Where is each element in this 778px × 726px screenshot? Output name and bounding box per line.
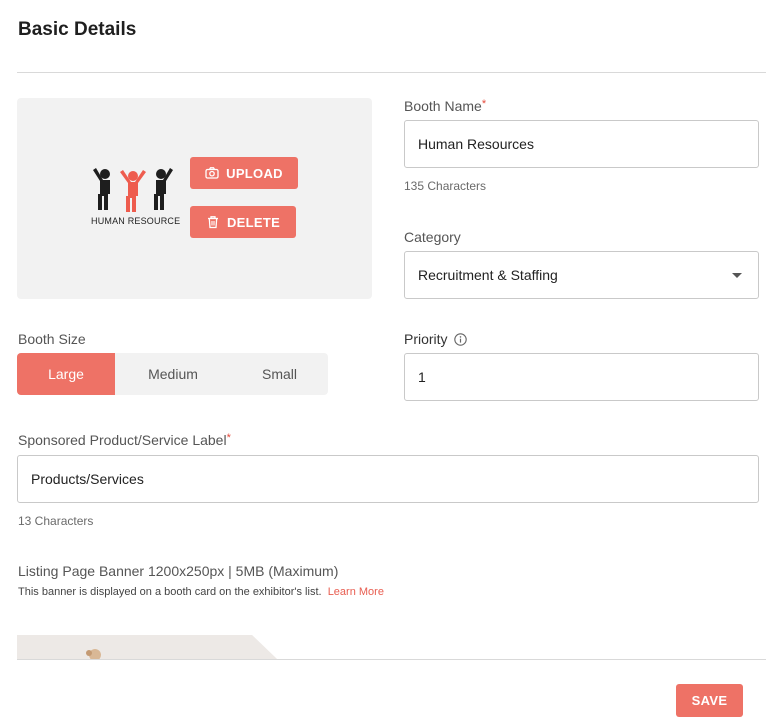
delete-button[interactable]: DELETE	[190, 206, 296, 238]
logo-caption: HUMAN RESOURCE	[91, 216, 181, 226]
sponsored-label-char-count: 13 Characters	[18, 514, 94, 528]
booth-name-input[interactable]: Human Resources	[404, 120, 759, 168]
trash-icon	[206, 215, 220, 229]
listing-banner-preview	[17, 635, 759, 659]
priority-input[interactable]: 1	[404, 353, 759, 401]
upload-button[interactable]: UPLOAD	[190, 157, 298, 189]
booth-size-option-large[interactable]: Large	[17, 353, 115, 395]
booth-name-char-count: 135 Characters	[404, 179, 487, 193]
caret-down-icon	[732, 273, 742, 278]
learn-more-link[interactable]: Learn More	[328, 586, 384, 598]
header-divider	[17, 72, 766, 73]
sponsored-label-value: Products/Services	[31, 471, 144, 487]
human-resource-logo-icon	[93, 168, 173, 212]
listing-banner-label: Listing Page Banner 1200x250px | 5MB (Ma…	[18, 563, 339, 579]
sponsored-label-text: Sponsored Product/Service Label	[18, 432, 227, 448]
category-select[interactable]: Recruitment & Staffing	[404, 251, 759, 299]
camera-icon	[205, 166, 219, 180]
listing-banner-description: This banner is displayed on a booth card…	[18, 586, 384, 598]
booth-size-option-small[interactable]: Small	[231, 353, 328, 395]
section-title: Basic Details	[18, 19, 137, 40]
booth-size-label: Booth Size	[18, 331, 86, 347]
banner-image-icon	[17, 635, 759, 659]
booth-name-label-text: Booth Name	[404, 98, 482, 114]
sponsored-label-label: Sponsored Product/Service Label*	[18, 432, 231, 448]
sponsored-label-input[interactable]: Products/Services	[17, 455, 759, 503]
priority-value: 1	[418, 369, 426, 385]
booth-logo-panel: HUMAN RESOURCE UPLOAD DELETE	[17, 98, 372, 299]
upload-label: UPLOAD	[226, 165, 283, 181]
delete-label: DELETE	[226, 214, 281, 230]
listing-banner-description-text: This banner is displayed on a booth card…	[18, 586, 322, 598]
booth-name-label: Booth Name*	[404, 98, 486, 114]
category-value: Recruitment & Staffing	[418, 267, 558, 283]
footer-divider	[17, 659, 766, 660]
required-mark: *	[481, 98, 487, 110]
booth-size-option-medium[interactable]: Medium	[115, 353, 231, 395]
basic-details-page: Basic Details HUMAN RESOURCE UPLOAD DELE…	[0, 0, 778, 726]
priority-label-text: Priority	[404, 331, 448, 347]
booth-name-value: Human Resources	[418, 136, 534, 152]
save-button[interactable]: SAVE	[676, 684, 743, 717]
required-mark: *	[226, 432, 231, 444]
priority-label: Priority	[404, 331, 467, 347]
booth-size-toggle: Large Medium Small	[17, 353, 328, 395]
info-icon[interactable]	[453, 333, 467, 346]
booth-logo: HUMAN RESOURCE	[91, 166, 181, 230]
category-label: Category	[404, 229, 461, 245]
